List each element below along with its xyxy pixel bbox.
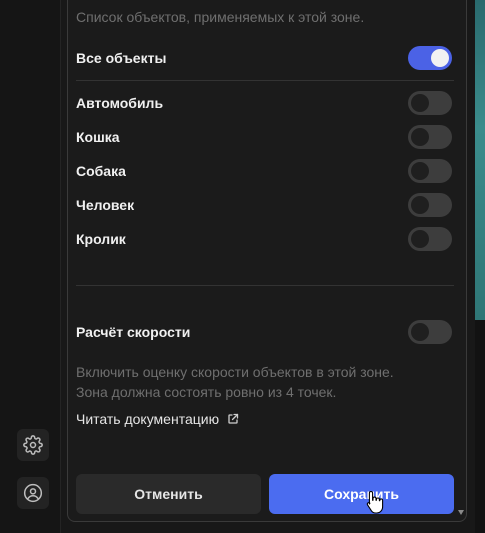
toggle-knob — [411, 162, 429, 180]
speed-description-line: Зона должна состоять ровно из 4 точек. — [76, 384, 337, 400]
account-button[interactable] — [17, 477, 49, 509]
object-row-cat: Кошка — [76, 124, 454, 150]
speed-description-line: Включить оценку скорости объектов в этой… — [76, 364, 394, 380]
zone-edit-dialog — [67, 0, 467, 522]
cancel-button[interactable]: Отменить — [76, 474, 261, 514]
object-toggle-dog[interactable] — [408, 159, 452, 183]
read-documentation-label: Читать документацию — [76, 411, 220, 427]
object-label: Человек — [76, 197, 135, 213]
speed-estimation-row: Расчёт скорости — [76, 319, 454, 345]
divider — [76, 80, 454, 81]
app-root: Список объектов, применяемых к этой зоне… — [0, 0, 485, 533]
speed-estimation-description: Включить оценку скорости объектов в этой… — [76, 362, 446, 402]
object-row-car: Автомобиль — [76, 90, 454, 116]
object-row-person: Человек — [76, 192, 454, 218]
left-sidebar — [0, 0, 61, 533]
user-circle-icon — [23, 483, 43, 503]
speed-estimation-label: Расчёт скорости — [76, 324, 191, 340]
camera-preview-edge — [475, 0, 485, 320]
divider — [76, 285, 454, 286]
toggle-knob — [411, 128, 429, 146]
all-objects-row: Все объекты — [76, 45, 454, 71]
gear-icon — [23, 435, 43, 455]
object-label: Кролик — [76, 231, 126, 247]
object-label: Собака — [76, 163, 126, 179]
settings-button[interactable] — [17, 429, 49, 461]
object-toggle-cat[interactable] — [408, 125, 452, 149]
object-toggle-rabbit[interactable] — [408, 227, 452, 251]
external-link-icon — [228, 413, 239, 424]
hand-cursor-icon — [366, 490, 384, 514]
object-label: Автомобиль — [76, 95, 164, 111]
objects-description: Список объектов, применяемых к этой зоне… — [76, 9, 365, 25]
object-toggle-person[interactable] — [408, 193, 452, 217]
dialog-scrollbar[interactable] — [459, 13, 462, 503]
object-toggle-car[interactable] — [408, 91, 452, 115]
object-row-rabbit: Кролик — [76, 226, 454, 252]
object-label: Кошка — [76, 129, 120, 145]
scroll-down-arrow-icon[interactable] — [458, 510, 464, 515]
read-documentation-link[interactable]: Читать документацию — [76, 411, 239, 427]
toggle-knob — [411, 196, 429, 214]
object-row-dog: Собака — [76, 158, 454, 184]
toggle-knob — [411, 230, 429, 248]
toggle-knob — [411, 323, 429, 341]
speed-estimation-toggle[interactable] — [408, 320, 452, 344]
toggle-knob — [431, 49, 449, 67]
toggle-knob — [411, 94, 429, 112]
all-objects-toggle[interactable] — [408, 46, 452, 70]
all-objects-label: Все объекты — [76, 50, 167, 66]
save-button[interactable]: Сохранить — [269, 474, 454, 514]
